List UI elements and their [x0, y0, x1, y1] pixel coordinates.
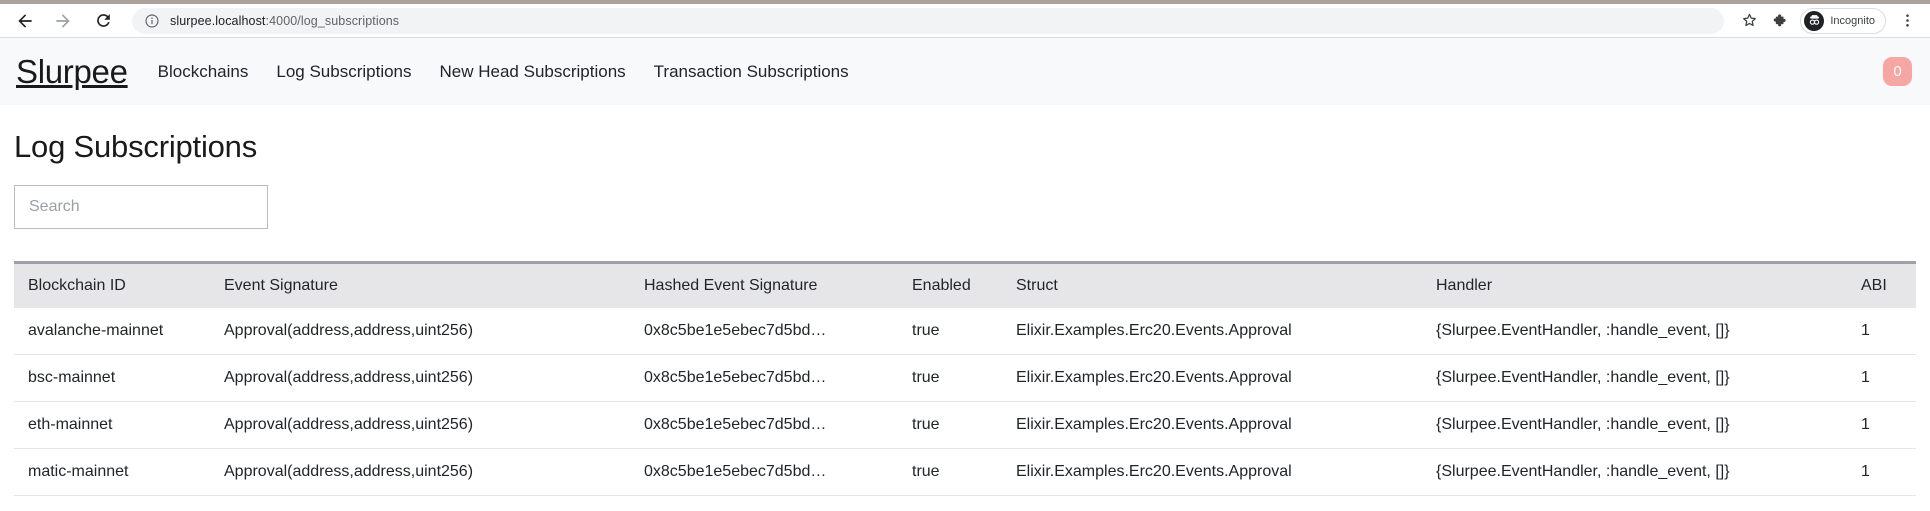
table-row[interactable]: eth-mainnet Approval(address,address,uin… [14, 401, 1916, 449]
url-path: :4000/log_subscriptions [265, 13, 400, 28]
cell-abi: 1 [1861, 448, 1916, 496]
star-icon [1742, 13, 1756, 27]
cell-abi: 1 [1861, 354, 1916, 402]
cell-handler: {Slurpee.EventHandler, :handle_event, []… [1436, 448, 1861, 496]
nav-link-new-head-subscriptions[interactable]: New Head Subscriptions [440, 62, 626, 82]
table-header-row: Blockchain ID Event Signature Hashed Eve… [14, 262, 1916, 309]
page-title: Log Subscriptions [14, 129, 258, 164]
nav-link-blockchains[interactable]: Blockchains [158, 62, 249, 82]
table-row[interactable]: matic-mainnet Approval(address,address,u… [14, 448, 1916, 496]
table-header: Blockchain ID Event Signature Hashed Eve… [14, 262, 1916, 309]
browser-menu-button[interactable] [1892, 7, 1922, 35]
cell-event-signature: Approval(address,address,uint256) [224, 308, 644, 355]
column-header-hashed-event-signature[interactable]: Hashed Event Signature [644, 263, 912, 309]
cell-event-signature: Approval(address,address,uint256) [224, 401, 644, 449]
bookmark-button[interactable] [1734, 7, 1764, 35]
cell-enabled: true [912, 401, 1016, 449]
cell-event-signature: Approval(address,address,uint256) [224, 354, 644, 402]
incognito-label: Incognito [1830, 14, 1875, 27]
cell-abi: 1 [1861, 401, 1916, 449]
main-navigation: Blockchains Log Subscriptions New Head S… [158, 62, 1883, 82]
cell-enabled: true [912, 354, 1016, 402]
cell-struct: Elixir.Examples.Erc20.Events.Approval [1016, 401, 1436, 449]
table-row[interactable]: avalanche-mainnet Approval(address,addre… [14, 308, 1916, 355]
browser-toolbar: slurpee.localhost:4000/log_subscriptions [0, 4, 1930, 37]
cell-blockchain-id: bsc-mainnet [14, 354, 224, 402]
cell-struct: Elixir.Examples.Erc20.Events.Approval [1016, 354, 1436, 402]
search-input[interactable] [14, 185, 268, 229]
cell-struct: Elixir.Examples.Erc20.Events.Approval [1016, 308, 1436, 355]
browser-chrome: slurpee.localhost:4000/log_subscriptions [0, 0, 1930, 38]
info-circle-icon[interactable] [144, 13, 160, 29]
cell-enabled: true [912, 448, 1016, 496]
column-header-handler[interactable]: Handler [1436, 263, 1861, 309]
log-subscriptions-table: Blockchain ID Event Signature Hashed Eve… [14, 261, 1916, 496]
column-header-blockchain-id[interactable]: Blockchain ID [14, 263, 224, 309]
page-content: Log Subscriptions Blockchain ID Event Si… [0, 129, 1930, 496]
incognito-indicator[interactable]: Incognito [1800, 7, 1886, 34]
table-body: avalanche-mainnet Approval(address,addre… [14, 308, 1916, 496]
column-header-enabled[interactable]: Enabled [912, 263, 1016, 309]
address-bar[interactable]: slurpee.localhost:4000/log_subscriptions [132, 7, 1725, 34]
cell-handler: {Slurpee.EventHandler, :handle_event, []… [1436, 308, 1861, 355]
cell-hashed-event-signature: 0x8c5be1e5ebec7d5bd… [644, 354, 912, 402]
cell-enabled: true [912, 308, 1016, 355]
column-header-abi[interactable]: ABI [1861, 263, 1916, 309]
cell-hashed-event-signature: 0x8c5be1e5ebec7d5bd… [644, 401, 912, 449]
cell-blockchain-id: avalanche-mainnet [14, 308, 224, 355]
incognito-hat-glasses-icon [1804, 10, 1825, 31]
cell-abi: 1 [1861, 308, 1916, 355]
reload-button[interactable] [86, 6, 120, 36]
back-button[interactable] [8, 6, 42, 36]
reload-icon [96, 14, 110, 27]
cell-struct: Elixir.Examples.Erc20.Events.Approval [1016, 448, 1436, 496]
nav-link-transaction-subscriptions[interactable]: Transaction Subscriptions [654, 62, 849, 82]
table-row[interactable]: bsc-mainnet Approval(address,address,uin… [14, 354, 1916, 402]
cell-handler: {Slurpee.EventHandler, :handle_event, []… [1436, 354, 1861, 402]
toolbar-actions: Incognito [1734, 7, 1930, 35]
brand-logo[interactable]: Slurpee [16, 53, 128, 91]
notification-badge[interactable]: 0 [1883, 57, 1912, 86]
puzzle-piece-icon [1773, 14, 1786, 27]
cell-hashed-event-signature: 0x8c5be1e5ebec7d5bd… [644, 448, 912, 496]
cell-blockchain-id: eth-mainnet [14, 401, 224, 449]
extensions-button[interactable] [1764, 7, 1794, 35]
cell-event-signature: Approval(address,address,uint256) [224, 448, 644, 496]
cell-hashed-event-signature: 0x8c5be1e5ebec7d5bd… [644, 308, 912, 355]
back-arrow-icon [18, 13, 32, 28]
url-host: slurpee.localhost [170, 13, 266, 28]
nav-link-log-subscriptions[interactable]: Log Subscriptions [276, 62, 411, 82]
three-dot-menu-icon [1905, 14, 1909, 27]
forward-button[interactable] [46, 6, 80, 36]
app-navbar: Slurpee Blockchains Log Subscriptions Ne… [0, 38, 1930, 105]
column-header-struct[interactable]: Struct [1016, 263, 1436, 309]
column-header-event-signature[interactable]: Event Signature [224, 263, 644, 309]
cell-handler: {Slurpee.EventHandler, :handle_event, []… [1436, 401, 1861, 449]
forward-arrow-icon [56, 13, 70, 28]
address-bar-url: slurpee.localhost:4000/log_subscriptions [170, 14, 399, 28]
cell-blockchain-id: matic-mainnet [14, 448, 224, 496]
